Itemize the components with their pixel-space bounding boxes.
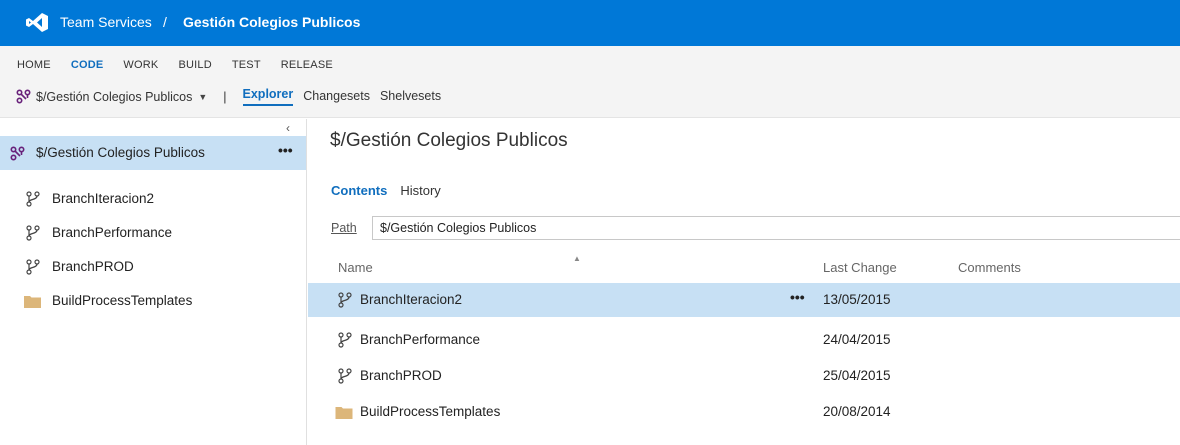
page-title: $/Gestión Colegios Publicos [330,130,568,151]
sort-ascending-icon: ▲ [573,254,581,263]
tree-item-label: BuildProcessTemplates [52,293,193,308]
tree-root-item[interactable]: $/Gestión Colegios Publicos ••• [0,136,306,170]
tab-shelvesets[interactable]: Shelvesets [380,89,441,105]
folder-icon [335,407,353,419]
more-actions-icon[interactable]: ••• [790,289,805,305]
hub-build[interactable]: BUILD [178,59,211,71]
table-row[interactable]: BranchPerformance 24/04/2015 [308,323,1180,357]
folder-icon [24,296,41,308]
hub-navigation: HOME CODE WORK BUILD TEST RELEASE [17,59,353,71]
visual-studio-logo-icon[interactable] [26,13,48,32]
branch-icon [26,259,40,275]
collapse-panel-icon[interactable]: ‹ [286,121,290,135]
row-name[interactable]: BranchPROD [360,368,442,383]
repository-selector[interactable]: $/Gestión Colegios Publicos [36,90,192,104]
column-header-comments[interactable]: Comments [958,260,1021,275]
more-actions-icon[interactable]: ••• [278,142,293,158]
branch-icon [338,332,352,348]
tree-item-label: BranchPROD [52,259,134,274]
path-input[interactable] [372,216,1180,240]
tree-item-label: BranchIteracion2 [52,191,155,206]
hub-test[interactable]: TEST [232,59,261,71]
column-header-last-change[interactable]: Last Change [823,260,897,275]
path-bar: Path [331,216,1180,240]
tree-item-buildprocesstemplates[interactable]: BuildProcessTemplates [0,284,306,318]
table-row[interactable]: BranchIteracion2 ••• 13/05/2015 [308,283,1180,317]
table-row[interactable]: BuildProcessTemplates 20/08/2014 [308,395,1180,429]
tree-item-branchiteracion2[interactable]: BranchIteracion2 [0,182,306,216]
tab-contents[interactable]: Contents [331,183,387,198]
row-last-change: 20/08/2014 [823,404,891,419]
column-header-name[interactable]: Name [338,260,373,275]
divider: | [223,89,227,104]
content-tabs: Contents History [331,183,454,198]
top-bar: Team Services / Gestión Colegios Publico… [0,0,1180,46]
main-content: $/Gestión Colegios Publicos Contents His… [308,119,1180,445]
tfvc-repo-icon [10,146,25,161]
row-name[interactable]: BranchPerformance [360,332,480,347]
brand-link[interactable]: Team Services [60,14,152,30]
row-name[interactable]: BuildProcessTemplates [360,404,500,419]
tab-changesets[interactable]: Changesets [303,89,370,105]
hub-home[interactable]: HOME [17,59,51,71]
tree-item-branchperformance[interactable]: BranchPerformance [0,216,306,250]
source-tree-panel: ‹ $/Gestión Colegios Publicos ••• Branch… [0,119,307,445]
table-row[interactable]: BranchPROD 25/04/2015 [308,359,1180,393]
breadcrumb-separator: / [163,14,167,30]
path-label: Path [331,221,357,235]
hub-work[interactable]: WORK [123,59,158,71]
branch-icon [26,225,40,241]
branch-icon [338,368,352,384]
row-name[interactable]: BranchIteracion2 [360,292,462,307]
row-last-change: 24/04/2015 [823,332,891,347]
branch-icon [338,292,352,308]
hub-header: HOME CODE WORK BUILD TEST RELEASE $/Gest… [0,46,1180,118]
hub-code[interactable]: CODE [71,59,104,71]
row-last-change: 13/05/2015 [823,292,891,307]
tfvc-repo-icon [16,89,31,104]
tree-item-branchprod[interactable]: BranchPROD [0,250,306,284]
branch-icon [26,191,40,207]
tree-item-label: BranchPerformance [52,225,173,240]
hub-release[interactable]: RELEASE [281,59,333,71]
chevron-down-icon[interactable]: ▼ [198,92,207,102]
tree-root-label: $/Gestión Colegios Publicos [36,145,205,160]
tab-explorer[interactable]: Explorer [242,87,294,106]
row-last-change: 25/04/2015 [823,368,891,383]
tab-history[interactable]: History [400,183,440,198]
project-name-link[interactable]: Gestión Colegios Publicos [183,14,360,30]
code-sub-navigation: $/Gestión Colegios Publicos ▼ | Explorer… [16,87,451,106]
